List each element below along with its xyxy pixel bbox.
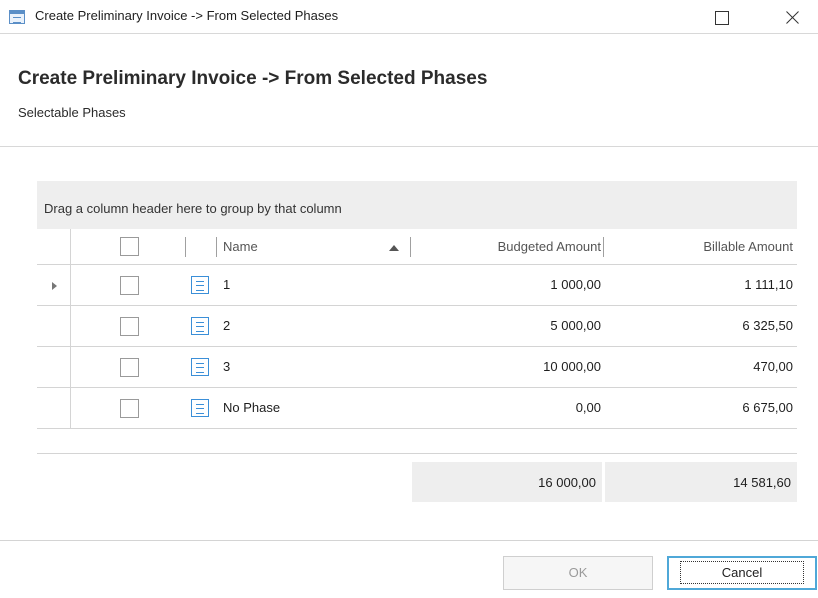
row-indicator	[37, 388, 71, 429]
column-separator[interactable]	[216, 237, 217, 257]
table-row[interactable]: 3 10 000,00 470,00	[37, 347, 797, 388]
billable-amount: 1 111,10	[744, 277, 793, 292]
row-indicator	[37, 306, 71, 347]
total-billable-amount: 14 581,60	[733, 475, 791, 490]
row-checkbox[interactable]	[120, 399, 139, 418]
row-indicator	[37, 265, 71, 306]
row-indicator	[37, 347, 71, 388]
ok-button[interactable]: OK	[503, 556, 653, 590]
phase-name: 3	[223, 359, 231, 374]
total-billable-cell: 14 581,60	[605, 462, 797, 502]
dialog-content: Drag a column header here to group by th…	[0, 147, 818, 540]
focused-row-arrow-icon	[52, 282, 57, 290]
group-by-panel[interactable]: Drag a column header here to group by th…	[37, 181, 797, 229]
table-row[interactable]: 1 1 000,00 1 111,10	[37, 265, 797, 306]
group-by-hint: Drag a column header here to group by th…	[44, 201, 342, 216]
phase-document-icon	[191, 358, 209, 376]
phase-name: 2	[223, 318, 231, 333]
window-titlebar: Create Preliminary Invoice -> From Selec…	[0, 0, 818, 33]
billable-amount: 6 675,00	[742, 400, 793, 415]
select-all-checkbox[interactable]	[120, 237, 139, 256]
budgeted-amount: 5 000,00	[550, 318, 601, 333]
dialog-button-bar: OK Cancel	[0, 540, 818, 598]
row-checkbox[interactable]	[120, 276, 139, 295]
close-icon[interactable]	[784, 8, 802, 26]
window-title: Create Preliminary Invoice -> From Selec…	[35, 8, 339, 23]
column-separator[interactable]	[185, 237, 186, 257]
dialog-header: Create Preliminary Invoice -> From Selec…	[0, 33, 818, 147]
total-budgeted-amount: 16 000,00	[538, 475, 596, 490]
column-header-row: Name Budgeted Amount Billable Amount	[37, 229, 797, 265]
column-separator[interactable]	[603, 237, 604, 257]
row-checkbox[interactable]	[120, 317, 139, 336]
column-separator[interactable]	[410, 237, 411, 257]
table-row[interactable]: 2 5 000,00 6 325,50	[37, 306, 797, 347]
grid-footer-totals: 16 000,00 14 581,60	[37, 453, 797, 509]
total-budgeted-cell: 16 000,00	[412, 462, 602, 502]
budgeted-amount: 0,00	[575, 400, 601, 415]
cancel-button-label: Cancel	[679, 561, 805, 584]
row-indicator-header	[37, 229, 71, 265]
phase-document-icon	[191, 399, 209, 417]
dialog-subheading: Selectable Phases	[18, 105, 126, 120]
billable-amount: 6 325,50	[742, 318, 793, 333]
sort-ascending-icon	[389, 245, 399, 251]
billable-amount: 470,00	[753, 359, 793, 374]
phase-name: No Phase	[223, 400, 281, 415]
phase-name: 1	[223, 277, 231, 292]
dialog-heading: Create Preliminary Invoice -> From Selec…	[18, 68, 488, 89]
budgeted-amount: 10 000,00	[543, 359, 601, 374]
column-header-billable-amount[interactable]: Billable Amount	[703, 239, 793, 254]
phases-grid: Drag a column header here to group by th…	[37, 181, 797, 509]
budgeted-amount: 1 000,00	[550, 277, 601, 292]
column-header-budgeted-amount[interactable]: Budgeted Amount	[498, 239, 601, 254]
row-checkbox[interactable]	[120, 358, 139, 377]
form-window-icon	[9, 10, 25, 24]
maximize-icon[interactable]	[712, 8, 729, 25]
phase-document-icon	[191, 317, 209, 335]
cancel-button[interactable]: Cancel	[667, 556, 817, 590]
column-header-name[interactable]: Name	[223, 239, 258, 254]
phase-document-icon	[191, 276, 209, 294]
table-row[interactable]: No Phase 0,00 6 675,00	[37, 388, 797, 429]
